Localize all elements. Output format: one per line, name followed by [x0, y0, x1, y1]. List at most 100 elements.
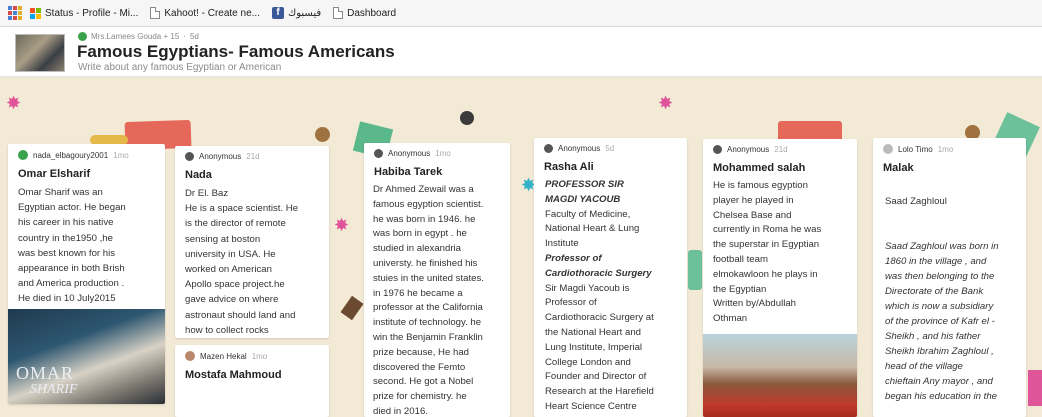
- post-meta: Anonymous 21d: [703, 139, 857, 154]
- post-line: He is a space scientist. He: [185, 203, 299, 215]
- post-meta: nada_elbagoury2001 1mo: [8, 144, 165, 160]
- post-line: the Egyptian: [713, 283, 767, 295]
- post-line: Cardiothoracic Surgery at: [545, 312, 654, 324]
- post-line: Sir Magdi Yacoub is: [545, 282, 630, 294]
- post-card[interactable]: Anonymous 21d Mohammed salah He is famou…: [703, 139, 857, 417]
- shape-decoration: [1028, 370, 1042, 406]
- post-card[interactable]: nada_elbagoury2001 1mo Omar Elsharif Oma…: [8, 144, 165, 404]
- post-line: He is famous egyption: [713, 180, 808, 191]
- post-line: elmokawloon he plays in: [713, 268, 818, 280]
- post-time: 21d: [246, 152, 260, 161]
- post-author: Anonymous: [558, 144, 601, 153]
- post-heading: Professor of: [545, 252, 602, 264]
- post-card[interactable]: Anonymous 5d Rasha Ali PROFESSOR SIR MAG…: [534, 138, 687, 417]
- post-time: 1mo: [937, 144, 954, 154]
- sparkle-decoration: ✸: [334, 215, 350, 235]
- post-line: Research at the Harefield: [545, 386, 654, 398]
- wall-avatar[interactable]: [15, 34, 65, 72]
- anonymous-icon: [544, 144, 553, 153]
- post-line: Sheikh , and his father: [885, 331, 981, 342]
- post-line: Professor of: [545, 297, 597, 309]
- post-heading: Cardiothoracic Surgery: [545, 267, 652, 279]
- post-line: National Heart & Lung: [545, 223, 640, 235]
- post-line: currently in Roma he was: [713, 224, 822, 236]
- post-meta: Lolo Timo 1mo: [873, 138, 1026, 154]
- post-heading: MAGDI YACOUB: [545, 193, 621, 205]
- apps-grid-icon[interactable]: [8, 6, 22, 20]
- bookmark-label: فيسبوك: [287, 7, 322, 19]
- sparkle-decoration: ✸: [6, 93, 22, 113]
- post-card[interactable]: Lolo Timo 1mo Malak Saad Zaghloul Saad Z…: [873, 138, 1026, 417]
- post-line: is the director of remote: [185, 218, 286, 230]
- post-meta: Mazen Hekal 1mo: [175, 345, 329, 361]
- post-line: was then belonging to the: [885, 271, 995, 282]
- post-author: Mazen Hekal: [200, 351, 247, 361]
- sparkle-decoration: ✸: [658, 93, 674, 113]
- post-author: Anonymous: [388, 149, 431, 158]
- post-line: Omar Sharif was an: [18, 187, 103, 198]
- post-line: win the Benjamin Franklin: [373, 331, 483, 343]
- post-line: and America production .: [18, 278, 125, 290]
- post-line: universty. he finished his: [373, 257, 478, 269]
- post-line: 1860 in the village , and: [885, 256, 987, 267]
- post-author: Anonymous: [727, 145, 770, 154]
- user-avatar-icon: [883, 144, 893, 154]
- post-line: how to collect rocks: [185, 324, 269, 336]
- bookmark-status-profile[interactable]: Status - Profile - Mi...: [30, 7, 138, 19]
- post-title: Rasha Ali: [544, 161, 594, 173]
- post-line: Written by/Abdullah: [713, 298, 797, 310]
- post-line: He died in 10 July2015: [18, 293, 116, 305]
- post-line: Chelsea Base and: [713, 209, 792, 221]
- shape-decoration: [460, 111, 474, 125]
- post-line: institute of technology. he: [373, 317, 482, 329]
- post-line: Directorate of the Bank: [885, 286, 984, 297]
- post-line: famous egyption scientist.: [373, 198, 484, 210]
- post-line: prize because, He had: [373, 346, 469, 358]
- user-avatar-icon: [185, 351, 195, 361]
- post-card[interactable]: Anonymous 21d Nada Dr El. Baz He is a sp…: [175, 146, 329, 338]
- post-card[interactable]: Mazen Hekal 1mo Mostafa Mahmoud: [175, 345, 329, 417]
- post-time: 21d: [774, 145, 788, 154]
- post-title: Nada: [185, 169, 212, 181]
- post-body: Saad Zaghloul Saad Zaghloul was born in …: [873, 174, 1026, 404]
- post-line: second. He got a Nobel: [373, 376, 474, 388]
- post-line: of the province of Kafr el -: [885, 316, 995, 327]
- post-line: prize for chemistry. he: [373, 391, 467, 403]
- post-line: appearance in both Brish: [18, 263, 125, 275]
- post-meta: Anonymous 5d: [534, 138, 687, 153]
- post-line: Faculty of Medicine,: [545, 208, 631, 220]
- bookmark-kahoot[interactable]: Kahoot! - Create ne...: [150, 7, 260, 19]
- post-line: College London and: [545, 356, 631, 368]
- post-line: his career in his native: [18, 217, 114, 229]
- page-title: Famous Egyptians- Famous Americans: [77, 42, 395, 61]
- page-subtitle: Write about any famous Egyptian or Ameri…: [78, 62, 282, 73]
- post-line: sensing at boston: [185, 233, 261, 245]
- post-line: the superstar in Egyptian: [713, 239, 820, 251]
- wall-time: 5d: [189, 32, 199, 41]
- post-line: Lung Institute, Imperial: [545, 341, 643, 353]
- post-title: Mohammed salah: [713, 162, 806, 174]
- post-time: 1mo: [435, 149, 451, 158]
- post-line: discovered the Femto: [373, 361, 466, 373]
- post-image[interactable]: OMAR SHARIF: [8, 309, 165, 404]
- bookmark-label: Kahoot! - Create ne...: [164, 7, 260, 19]
- bookmark-facebook[interactable]: f فيسبوك: [271, 7, 322, 19]
- post-title: Omar Elsharif: [18, 168, 91, 180]
- post-line: was born in egypt . he: [373, 228, 467, 240]
- bookmark-dashboard[interactable]: Dashboard: [333, 7, 396, 19]
- bookmarks-bar: Status - Profile - Mi... Kahoot! - Creat…: [0, 0, 1042, 27]
- post-line: player he played in: [713, 194, 794, 206]
- shape-decoration: [315, 127, 330, 142]
- post-meta: Anonymous 21d: [175, 146, 329, 161]
- post-line: Sheikh Ibrahim Zaghloul ,: [885, 346, 994, 357]
- facebook-icon: f: [271, 7, 284, 19]
- post-image[interactable]: [703, 334, 857, 417]
- post-line: football team: [713, 253, 768, 265]
- user-icon: [78, 32, 87, 41]
- post-card[interactable]: Anonymous 1mo Habiba Tarek Dr Ahmed Zewa…: [364, 143, 510, 417]
- post-line: chieftain Any mayor , and: [885, 376, 993, 387]
- bookmark-label: Dashboard: [347, 7, 397, 19]
- post-line: which is now a subsidiary: [885, 301, 994, 312]
- anonymous-icon: [374, 149, 383, 158]
